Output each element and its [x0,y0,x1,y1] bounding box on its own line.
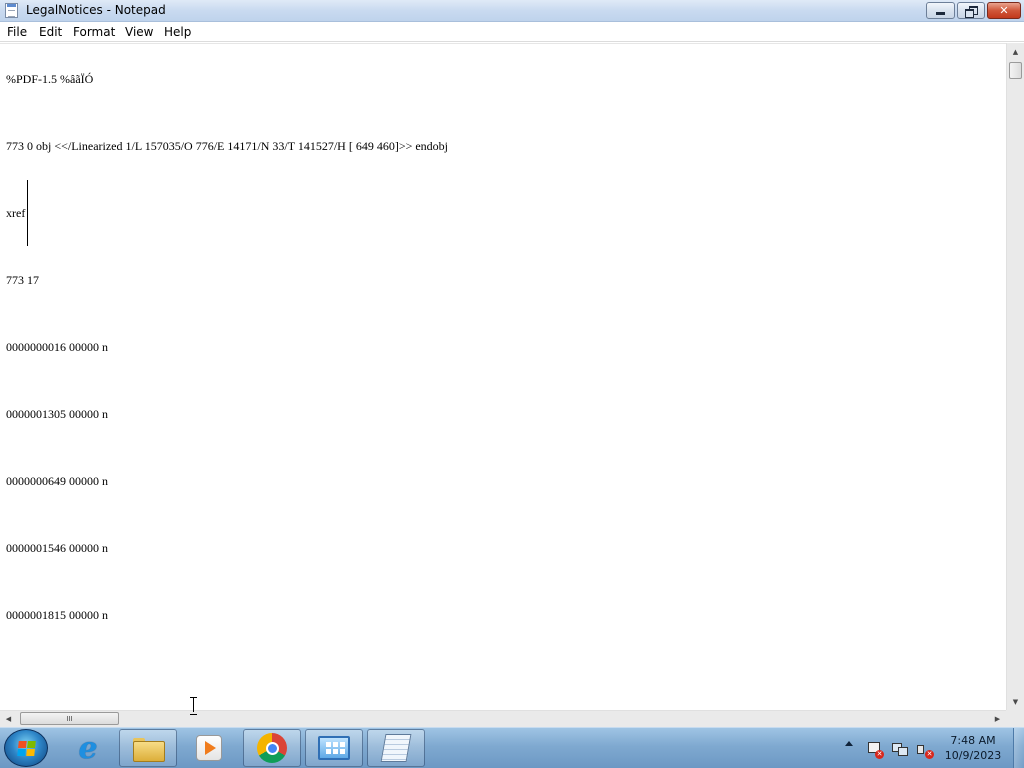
internet-explorer-icon: e [78,730,98,766]
document-line: xref [6,206,26,220]
taskbar-notepad[interactable] [367,729,425,767]
menu-view[interactable]: View [125,25,153,39]
minimize-button[interactable] [926,2,955,19]
folder-icon [133,736,165,762]
vertical-scroll-thumb[interactable] [1009,62,1022,79]
text-editor-area[interactable]: %PDF-1.5 %âãÏÓ 773 0 obj <</Linearized 1… [0,43,1006,710]
restore-button[interactable] [957,2,985,19]
scroll-down-arrow-icon[interactable]: ▼ [1007,693,1024,710]
menu-edit[interactable]: Edit [39,25,62,39]
clock-time: 7:48 AM [950,734,996,747]
network-icon[interactable] [891,741,908,757]
horizontal-scrollbar[interactable]: ◀ ▶ [0,710,1006,727]
scrollbar-corner [1006,710,1024,727]
scroll-right-arrow-icon[interactable]: ▶ [989,711,1006,727]
show-desktop-button[interactable] [1013,728,1024,768]
vertical-scrollbar[interactable]: ▲ ▼ [1006,43,1024,710]
notepad-icon [380,734,412,762]
minimize-icon [936,12,945,15]
action-center-flag-icon[interactable]: ✕ [866,741,884,759]
error-badge-icon: ✕ [875,750,884,759]
menu-file[interactable]: File [7,25,27,39]
title-bar[interactable]: LegalNotices - Notepad ✕ [0,0,1024,22]
menu-format[interactable]: Format [73,25,115,39]
clock-date: 10/9/2023 [944,749,1002,762]
document-line: 0000000649 00000 n [6,474,108,488]
document-line: 773 0 obj <</Linearized 1/L 157035/O 776… [6,139,449,153]
taskbar-control-panel[interactable] [305,729,363,767]
close-button[interactable]: ✕ [987,2,1021,19]
document-line: 0000001546 00000 n [6,541,108,555]
scroll-up-arrow-icon[interactable]: ▲ [1007,43,1024,60]
document-line: 773 17 [6,273,39,287]
scroll-left-arrow-icon[interactable]: ◀ [0,711,17,727]
document-line: 0000001305 00000 n [6,407,108,421]
menu-help[interactable]: Help [164,25,191,39]
control-panel-icon [318,736,350,760]
taskbar: e ✕ ✕ 7:48 AM 10/9/2023 [0,727,1024,768]
media-player-icon [196,735,222,761]
close-icon: ✕ [999,4,1009,17]
start-button[interactable] [4,729,48,767]
horizontal-scroll-thumb[interactable] [20,712,119,725]
document-line: %PDF-1.5 %âãÏÓ [6,72,94,86]
windows-logo-icon [16,740,36,756]
muted-badge-icon: ✕ [925,750,934,759]
show-hidden-icons-icon[interactable] [845,741,853,746]
document-line: 0000000016 00000 n [6,340,108,354]
taskbar-internet-explorer[interactable]: e [60,729,116,767]
window-title: LegalNotices - Notepad [26,3,166,17]
chrome-icon [257,733,287,763]
taskbar-media-player[interactable] [180,729,238,767]
grip-icon [67,716,72,721]
text-caret [27,180,28,246]
volume-muted-icon[interactable]: ✕ [916,741,934,759]
system-clock[interactable]: 7:48 AM 10/9/2023 [938,733,1008,763]
notepad-app-icon[interactable] [5,3,18,18]
menu-bar: File Edit Format View Help [0,22,1024,42]
restore-icon [965,5,978,18]
document-line: 0000001815 00000 n [6,608,108,622]
ibeam-cursor-icon [189,697,199,715]
taskbar-chrome[interactable] [243,729,301,767]
taskbar-file-explorer[interactable] [119,729,177,767]
